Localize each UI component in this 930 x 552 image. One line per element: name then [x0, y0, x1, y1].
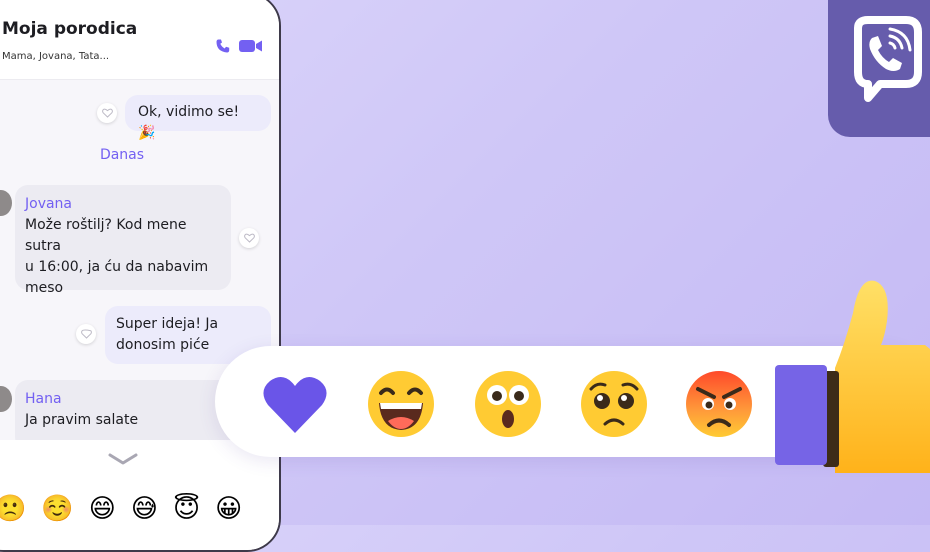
emoji-key[interactable]: ☺️ — [41, 494, 73, 524]
message-text-line: meso — [25, 280, 64, 296]
chat-title: Moja porodica — [2, 19, 138, 39]
heart-reaction-icon[interactable] — [97, 103, 117, 123]
phone-mockup: Moja porodica Mama, Jovana, Tata... Ok, … — [0, 0, 281, 552]
avatar[interactable] — [0, 190, 12, 216]
video-call-icon[interactable] — [239, 38, 263, 58]
heart-reaction-icon[interactable] — [239, 228, 259, 248]
heart-reaction-icon[interactable] — [76, 324, 96, 344]
purple-heart-icon[interactable] — [260, 369, 330, 439]
laughing-face-icon[interactable] — [366, 369, 436, 439]
message-text-line: donosim piće — [116, 337, 210, 353]
emoji-key[interactable]: 😅 — [131, 494, 158, 524]
message-text: Ok, vidimo se! 🎉 — [138, 104, 240, 141]
message-text-line: u 16:00, ja ću da nabavim — [25, 259, 209, 275]
sender-name: Jovana — [25, 196, 73, 212]
chat-header: Moja porodica Mama, Jovana, Tata... — [0, 0, 279, 80]
thumbs-up-icon[interactable] — [775, 273, 930, 483]
viber-logo — [828, 0, 930, 137]
emoji-row: 🙁 ☺️ 😄 😅 😇 😀 — [0, 494, 242, 524]
angry-face-icon[interactable] — [684, 369, 754, 439]
message-text-line: Ja pravim salate — [25, 412, 139, 428]
emoji-key[interactable]: 😀 — [215, 494, 242, 524]
pleading-face-icon[interactable] — [579, 369, 649, 439]
emoji-keyboard: 🙁 ☺️ 😄 😅 😇 😀 — [0, 440, 279, 550]
date-separator: Danas — [99, 147, 145, 163]
viber-logo-icon — [854, 16, 922, 102]
message-bubble-incoming[interactable]: Jovana Može roštilj? Kod mene sutra u 16… — [15, 185, 231, 296]
sender-name: Hana — [25, 391, 62, 407]
message-bubble-outgoing[interactable]: Ok, vidimo se! 🎉 — [125, 95, 271, 141]
avatar[interactable] — [0, 386, 12, 412]
message-text-line: Može roštilj? Kod mene sutra — [25, 217, 187, 254]
chat-members: Mama, Jovana, Tata... — [2, 51, 110, 62]
phone-call-icon[interactable] — [215, 38, 231, 58]
emoji-key[interactable]: 🙁 — [0, 494, 26, 524]
message-text-line: Super ideja! Ja — [116, 316, 219, 332]
emoji-key[interactable]: 😇 — [173, 494, 200, 524]
surprised-face-icon[interactable] — [473, 369, 543, 439]
chevron-down-icon[interactable] — [108, 450, 138, 469]
emoji-key[interactable]: 😄 — [89, 494, 116, 524]
